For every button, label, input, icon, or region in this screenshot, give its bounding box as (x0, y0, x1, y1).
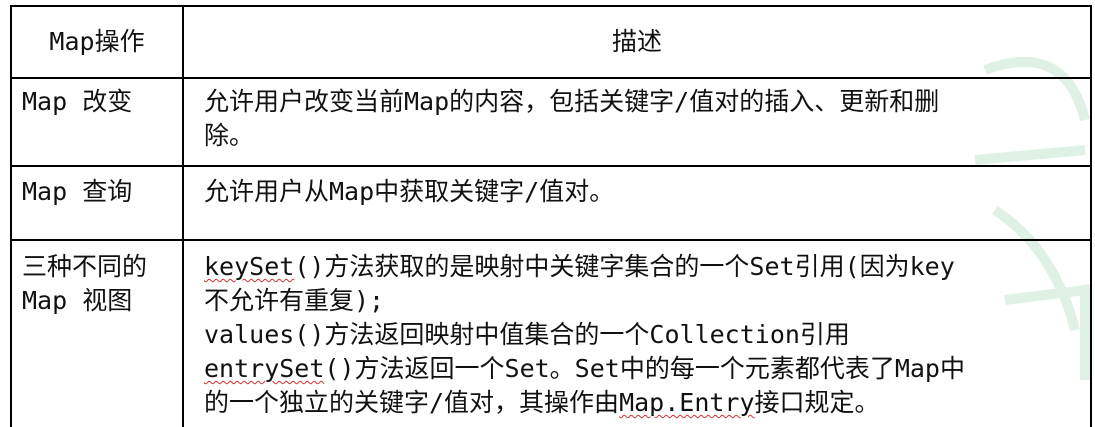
map-operations-table: Map操作 描述 Map 改变 允许用户改变当前Map的内容，包括关键字/值对的… (10, 5, 1092, 427)
table-row: 三种不同的 Map 视图 keySet()方法获取的是映射中关键字集合的一个Se… (10, 239, 1092, 427)
text-fragment: 的一个独立的关键字/值对，其操作由 (204, 388, 620, 417)
description-line: keySet()方法获取的是映射中关键字集合的一个Set引用(因为key (204, 250, 1080, 284)
code-entryset: entrySet (204, 354, 325, 383)
table-row: Map 查询 允许用户从Map中获取关键字/值对。 (10, 165, 1092, 241)
text-fragment: 接口规定。 (754, 388, 880, 417)
description-line: 不允许有重复); (204, 286, 385, 315)
description-line: 的一个独立的关键字/值对，其操作由Map.Entry接口规定。 (204, 386, 1080, 420)
description-line: 除。 (204, 121, 255, 150)
table-header-row: Map操作 描述 (10, 5, 1092, 79)
description-line: 允许用户改变当前Map的内容，包括关键字/值对的插入、更新和删 (204, 87, 940, 116)
operation-cell: Map 查询 (10, 165, 184, 241)
operation-line: 三种不同的 (22, 252, 148, 281)
description-line: values()方法返回映射中值集合的一个Collection引用 (204, 320, 850, 349)
operation-cell: 三种不同的 Map 视图 (10, 239, 184, 427)
description-line: 允许用户从Map中获取关键字/值对。 (204, 177, 615, 206)
header-operation: Map操作 (10, 5, 184, 79)
header-description: 描述 (182, 5, 1092, 79)
description-cell: 允许用户从Map中获取关键字/值对。 (182, 165, 1092, 241)
table-row: Map 改变 允许用户改变当前Map的内容，包括关键字/值对的插入、更新和删 除… (10, 77, 1092, 167)
text-fragment: ()方法返回一个Set。Set中的每一个元素都代表了Map中 (324, 354, 965, 383)
description-line: entrySet()方法返回一个Set。Set中的每一个元素都代表了Map中 (204, 352, 1080, 386)
code-map-entry: Map.Entry (619, 388, 755, 417)
code-keyset: keySet (204, 252, 295, 281)
description-cell: keySet()方法获取的是映射中关键字集合的一个Set引用(因为key 不允许… (182, 239, 1092, 427)
description-cell: 允许用户改变当前Map的内容，包括关键字/值对的插入、更新和删 除。 (182, 77, 1092, 167)
operation-cell: Map 改变 (10, 77, 184, 167)
text-fragment: ()方法获取的是映射中关键字集合的一个Set引用(因为key (294, 252, 955, 281)
operation-line: Map 视图 (22, 286, 133, 315)
